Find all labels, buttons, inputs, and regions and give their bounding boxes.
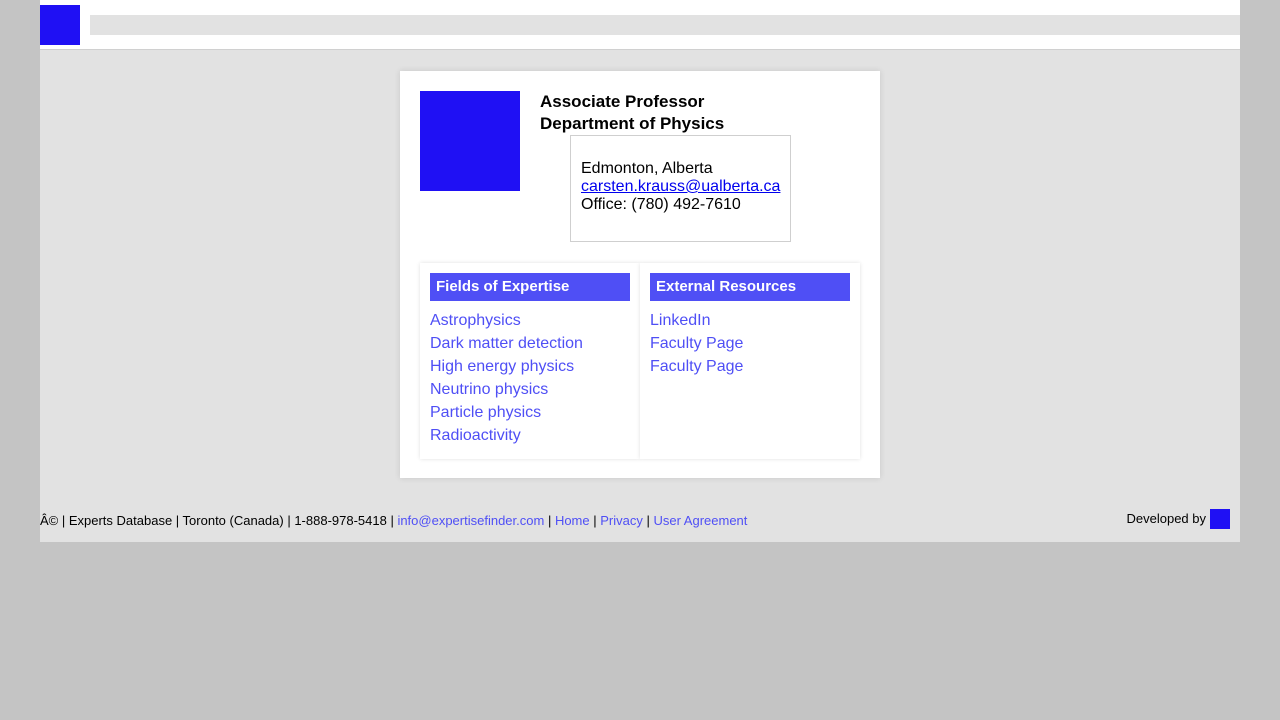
page: Associate Professor Department of Physic… [40,0,1240,542]
expertise-item[interactable]: Radioactivity [430,424,583,447]
resource-link-linkedin[interactable]: LinkedIn [650,309,743,332]
footer-info: Â© | Experts Database | Toronto (Canada)… [40,513,398,528]
footer-privacy-link[interactable]: Privacy [600,513,643,528]
site-logo[interactable] [40,5,80,45]
expertise-item[interactable]: Neutrino physics [430,378,583,401]
resources-heading: External Resources [650,273,850,301]
top-bar [40,0,1240,50]
office-phone: Office: (780) 492-7610 [581,196,741,213]
footer-separator: | [589,513,601,528]
resources-panel: External Resources LinkedIn Faculty Page… [640,263,860,459]
footer-home-link[interactable]: Home [555,513,590,528]
expertise-item[interactable]: High energy physics [430,355,583,378]
footer-separator: | [544,513,555,528]
position-title: Associate Professor [540,92,705,111]
developer-logo[interactable] [1210,509,1230,529]
footer-separator: | [642,513,654,528]
expertise-item[interactable]: Particle physics [430,401,583,424]
location-text: Edmonton, Alberta [581,160,713,177]
profile-title: Associate Professor Department of Physic… [540,91,860,135]
department-title: Department of Physics [540,114,725,133]
resource-link-faculty-page[interactable]: Faculty Page [650,332,743,355]
footer: Â© | Experts Database | Toronto (Canada)… [40,512,1240,532]
resource-link-faculty-page[interactable]: Faculty Page [650,355,743,378]
expertise-item[interactable]: Astrophysics [430,309,583,332]
expertise-item[interactable]: Dark matter detection [430,332,583,355]
resources-list: LinkedIn Faculty Page Faculty Page [650,309,743,378]
profile-photo [420,91,520,191]
contact-box: Edmonton, Alberta carsten.krauss@ualbert… [570,135,791,242]
developed-by-label: Developed by [1126,511,1207,526]
developed-by: Developed by [1126,509,1230,529]
footer-user-agreement-link[interactable]: User Agreement [653,513,747,528]
email-link[interactable]: carsten.krauss@ualberta.ca [581,178,790,196]
expertise-list: Astrophysics Dark matter detection High … [430,309,583,447]
profile-card: Associate Professor Department of Physic… [400,71,880,478]
footer-email-link[interactable]: info@expertisefinder.com [397,513,544,528]
expertise-heading: Fields of Expertise [430,273,630,301]
expertise-panel: Fields of Expertise Astrophysics Dark ma… [420,263,640,459]
search-input[interactable] [90,15,1240,35]
